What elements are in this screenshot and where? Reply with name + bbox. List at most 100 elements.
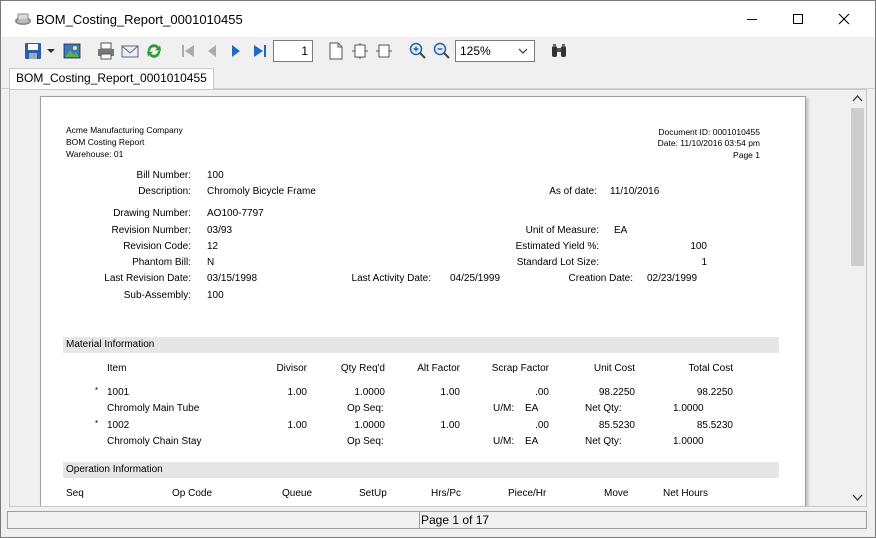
material-section-title: Material Information (66, 339, 155, 350)
material-qty: 1.0000 (354, 420, 385, 431)
col-qty-reqd: Qty Req'd (340, 363, 385, 374)
whole-page-button[interactable] (349, 40, 371, 62)
last-page-button[interactable] (249, 40, 271, 62)
printer-icon (98, 42, 114, 60)
previous-page-icon (208, 45, 216, 57)
um-value: EA (525, 403, 539, 414)
unit-of-measure-value: EA (614, 225, 628, 236)
vertical-scrollbar[interactable] (849, 90, 866, 506)
material-scrap-factor: .00 (535, 420, 549, 431)
chevron-down-icon (518, 48, 528, 54)
save-dropdown-button[interactable] (45, 40, 57, 62)
chevron-down-icon (47, 49, 55, 53)
unit-of-measure-label: Unit of Measure: (525, 225, 599, 236)
scrollbar-thumb[interactable] (851, 108, 864, 266)
description-value: Chromoly Bicycle Frame (207, 186, 316, 197)
document-id: Document ID: 0001010455 (658, 127, 760, 137)
find-button[interactable] (548, 40, 570, 62)
print-button[interactable] (95, 40, 117, 62)
save-button[interactable] (22, 40, 44, 62)
page-count-status: Page 1 of 17 (421, 513, 490, 527)
material-qty: 1.0000 (354, 387, 385, 398)
maximize-button[interactable] (775, 1, 821, 37)
sub-assembly-value: 100 (207, 290, 224, 301)
first-page-button[interactable] (177, 40, 199, 62)
refresh-button[interactable] (143, 40, 165, 62)
previous-page-button[interactable] (201, 40, 223, 62)
col-net-hours: Net Hours (663, 488, 709, 499)
net-qty-value: 1.0000 (673, 403, 704, 414)
col-divisor: Divisor (276, 363, 307, 374)
drawing-number-value: AO100-7797 (207, 208, 264, 219)
material-scrap-factor: .00 (535, 387, 549, 398)
email-button[interactable] (119, 40, 141, 62)
col-move: Move (604, 488, 629, 499)
estimated-yield-label: Estimated Yield %: (515, 241, 599, 252)
estimated-yield-value: 100 (690, 241, 707, 252)
material-unit-cost: 85.5230 (598, 420, 635, 431)
bill-number-value: 100 (207, 170, 224, 181)
minimize-button[interactable] (729, 1, 775, 37)
revision-code-label: Revision Code: (123, 241, 191, 252)
report-name: BOM Costing Report (66, 137, 145, 147)
page-width-button[interactable] (325, 40, 347, 62)
description-label: Description: (138, 186, 191, 197)
close-button[interactable] (821, 1, 867, 37)
zoom-select[interactable]: 125% (455, 40, 535, 62)
first-page-icon (182, 45, 194, 57)
material-item: 1001 (107, 387, 130, 398)
standard-lot-size-value: 1 (701, 257, 707, 268)
material-divisor: 1.00 (287, 387, 307, 398)
col-piece-hr: Piece/Hr (508, 488, 547, 499)
last-activity-date-label: Last Activity Date: (351, 273, 431, 284)
um-label: U/M: (493, 403, 515, 414)
next-page-button[interactable] (225, 40, 247, 62)
fit-width-button[interactable] (373, 40, 395, 62)
material-description: Chromoly Chain Stay (107, 436, 202, 447)
minimize-icon (747, 19, 757, 20)
op-seq-label: Op Seq: (347, 436, 384, 447)
as-of-date-value: 11/10/2016 (610, 186, 660, 197)
report-viewer-window: BOM_Costing_Report_0001010455 1 125% BOM… (0, 0, 876, 538)
page-indicator: Page 1 (733, 150, 760, 160)
status-bar: Page 1 of 17 (1, 509, 875, 537)
report-page: Acme Manufacturing Company BOM Costing R… (40, 96, 806, 506)
page-number-input[interactable] (273, 40, 313, 62)
report-date: Date: 11/10/2016 03:54 pm (657, 138, 760, 148)
app-icon (15, 13, 31, 25)
scroll-up-icon[interactable] (852, 94, 863, 102)
material-total-cost: 85.5230 (696, 420, 733, 431)
um-value: EA (525, 436, 539, 447)
material-description: Chromoly Main Tube (107, 403, 200, 414)
sub-assembly-label: Sub-Assembly: (123, 290, 191, 301)
col-op-code: Op Code (172, 488, 213, 499)
zoom-value: 125% (460, 44, 491, 58)
bill-number-label: Bill Number: (136, 170, 191, 181)
zoom-out-button[interactable] (431, 40, 453, 62)
standard-lot-size-label: Standard Lot Size: (516, 257, 599, 268)
col-hrs-pc: Hrs/Pc (431, 488, 461, 499)
fit-page-icon (352, 43, 368, 59)
last-activity-date-value: 04/25/1999 (450, 273, 501, 284)
export-image-button[interactable] (61, 40, 83, 62)
component-marker: * (95, 386, 99, 395)
next-page-icon (232, 45, 240, 57)
tab-bom-costing-report[interactable]: BOM_Costing_Report_0001010455 (9, 68, 214, 89)
net-qty-value: 1.0000 (673, 436, 704, 447)
as-of-date-label: As of date: (549, 186, 597, 197)
envelope-icon (121, 45, 139, 58)
material-alt-factor: 1.00 (440, 420, 460, 431)
zoom-in-button[interactable] (407, 40, 429, 62)
title-bar: BOM_Costing_Report_0001010455 (1, 1, 875, 37)
um-label: U/M: (493, 436, 515, 447)
window-title: BOM_Costing_Report_0001010455 (36, 12, 243, 27)
scroll-down-icon[interactable] (852, 494, 863, 502)
material-divisor: 1.00 (287, 420, 307, 431)
status-divider (419, 512, 420, 528)
close-icon (838, 13, 850, 25)
revision-number-value: 03/93 (207, 225, 233, 236)
single-page-icon (329, 42, 343, 60)
floppy-disk-icon (25, 43, 41, 59)
phantom-bill-label: Phantom Bill: (132, 257, 191, 268)
material-unit-cost: 98.2250 (598, 387, 635, 398)
